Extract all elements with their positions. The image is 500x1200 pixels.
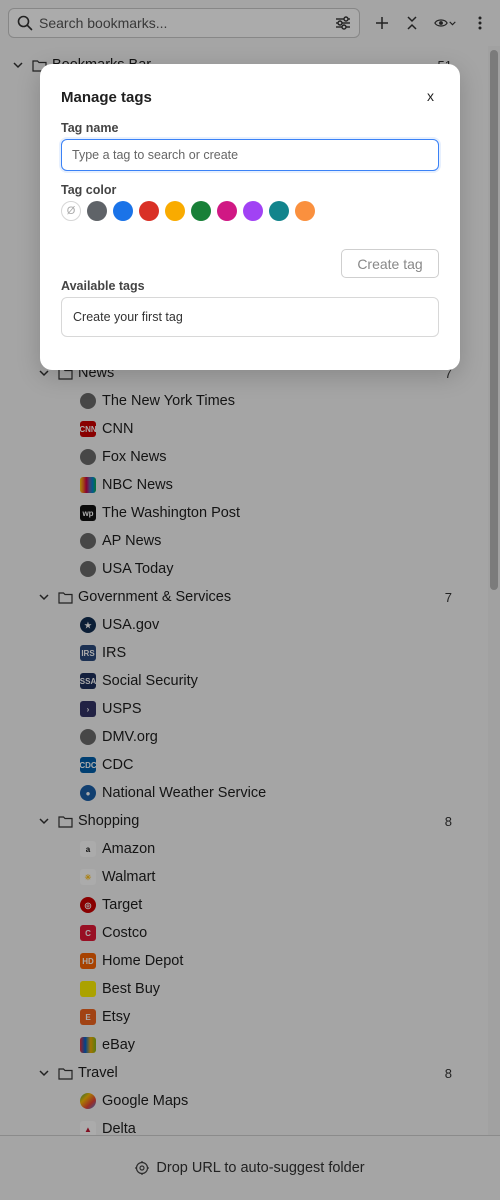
- dialog-title: Manage tags: [61, 89, 152, 106]
- no-color-swatch[interactable]: Ø: [61, 201, 81, 221]
- color-swatch[interactable]: [139, 201, 159, 221]
- tag-name-label: Tag name: [61, 121, 119, 135]
- color-swatch[interactable]: [191, 201, 211, 221]
- available-tags-label: Available tags: [61, 279, 145, 293]
- tag-color-label: Tag color: [61, 183, 117, 197]
- close-button[interactable]: x: [427, 88, 434, 104]
- available-tags-list: Create your first tag: [61, 297, 439, 337]
- color-swatches: Ø: [61, 201, 321, 221]
- manage-tags-dialog: Manage tags x Tag name Tag color Ø Creat…: [40, 64, 460, 370]
- empty-tags-message: Create your first tag: [73, 310, 183, 324]
- tag-name-input[interactable]: [61, 139, 439, 171]
- color-swatch[interactable]: [165, 201, 185, 221]
- create-tag-button[interactable]: Create tag: [341, 249, 439, 278]
- color-swatch[interactable]: [269, 201, 289, 221]
- color-swatch[interactable]: [295, 201, 315, 221]
- color-swatch[interactable]: [87, 201, 107, 221]
- color-swatch[interactable]: [243, 201, 263, 221]
- color-swatch[interactable]: [113, 201, 133, 221]
- color-swatch[interactable]: [217, 201, 237, 221]
